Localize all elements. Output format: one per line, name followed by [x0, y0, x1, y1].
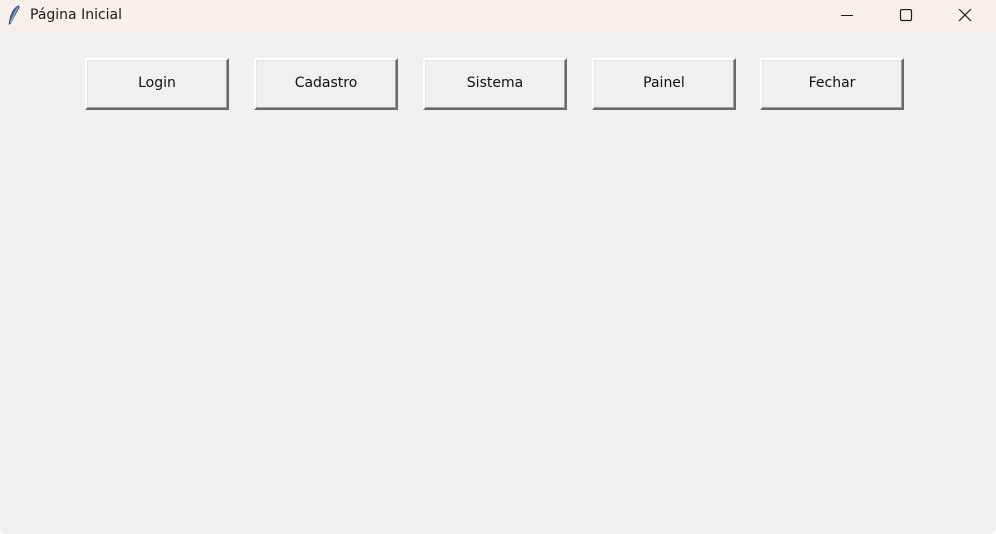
sistema-button[interactable]: Sistema [423, 58, 567, 110]
painel-button[interactable]: Painel [592, 58, 736, 110]
cadastro-button[interactable]: Cadastro [254, 58, 398, 110]
close-icon [958, 9, 972, 22]
maximize-icon [899, 9, 913, 22]
feather-icon [8, 5, 20, 25]
minimize-button[interactable] [818, 0, 876, 32]
maximize-button[interactable] [877, 0, 935, 32]
login-button[interactable]: Login [85, 58, 229, 110]
window-title: Página Inicial [30, 7, 123, 23]
fechar-button[interactable]: Fechar [760, 58, 904, 110]
minimize-icon [841, 15, 853, 16]
title-bar[interactable]: Página Inicial [0, 0, 996, 32]
close-button[interactable] [936, 0, 994, 32]
app-window: Página Inicial Login Cadastro Sistema Pa… [0, 0, 996, 534]
